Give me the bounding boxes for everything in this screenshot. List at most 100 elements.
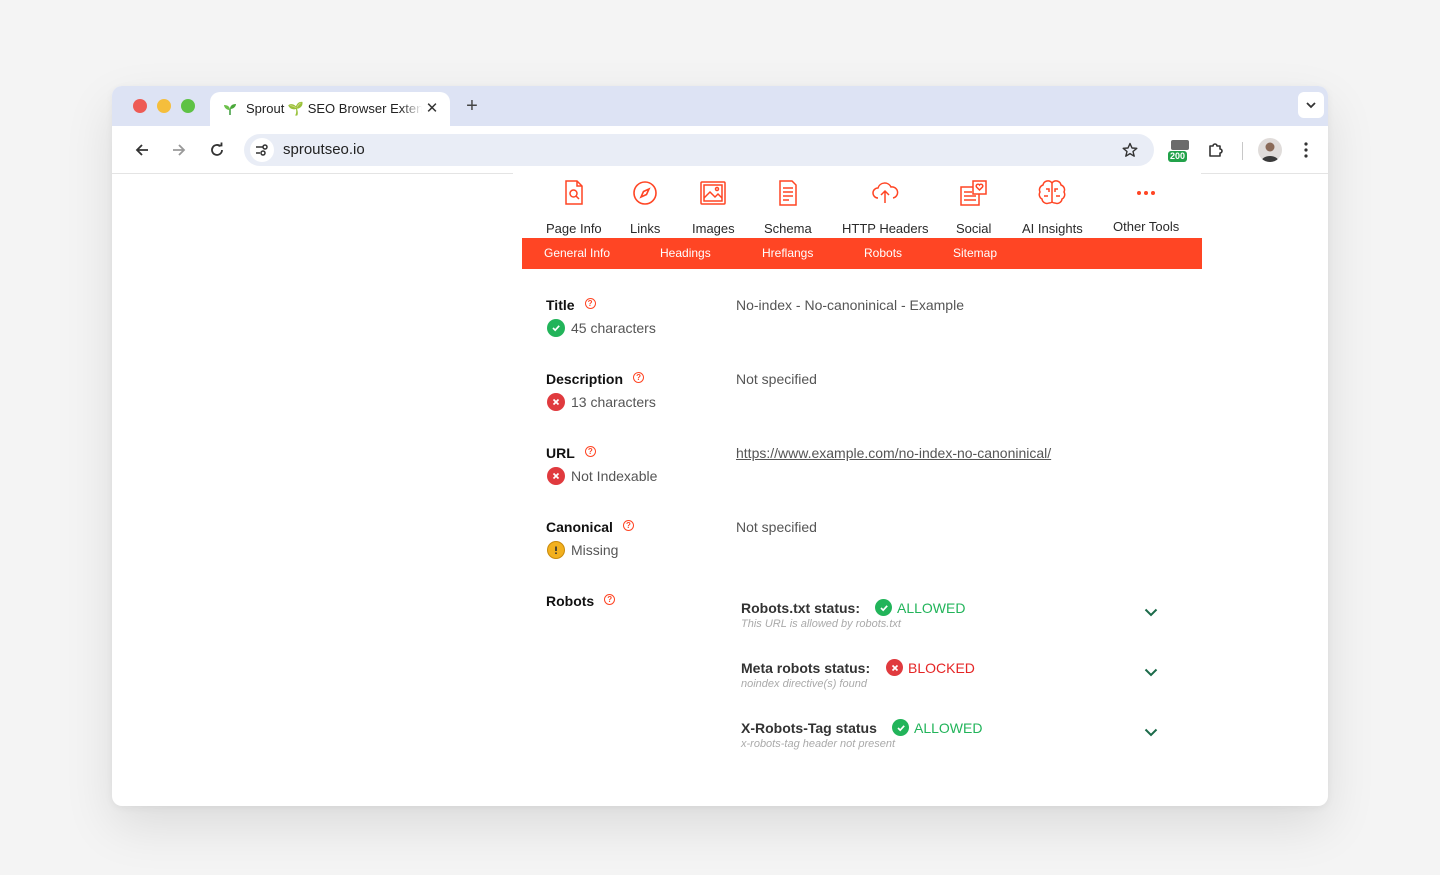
chevron-down-icon[interactable] <box>1143 664 1159 680</box>
nav-social[interactable]: Social <box>956 179 991 236</box>
robot-sub: noindex directive(s) found <box>741 678 867 690</box>
robots-txt-status-row[interactable]: Robots.txt status: ALLOWED This URL is a… <box>741 599 1181 646</box>
row-label: Robots? <box>546 593 616 609</box>
nav-images[interactable]: Images <box>692 179 735 236</box>
check-circle-icon <box>875 599 892 616</box>
nav-label: Links <box>630 221 661 236</box>
tab-title: Sprout 🌱 SEO Browser Extension <box>246 101 422 116</box>
help-icon[interactable]: ? <box>604 594 616 605</box>
subtab-sitemap[interactable]: Sitemap <box>953 246 997 260</box>
meta-robots-status-row[interactable]: Meta robots status: BLOCKED noindex dire… <box>741 659 1181 706</box>
more-dots-icon <box>1132 179 1160 207</box>
nav-label: Other Tools <box>1113 219 1180 234</box>
robot-label: X-Robots-Tag status <box>741 720 877 736</box>
nav-schema[interactable]: Schema <box>764 179 812 236</box>
nav-ai-insights[interactable]: AI Insights <box>1022 179 1083 236</box>
schema-doc-icon <box>774 179 802 207</box>
error-circle-icon <box>547 467 565 485</box>
row-label: Title? <box>546 297 596 313</box>
row-status: Not Indexable <box>547 467 657 485</box>
check-circle-icon <box>892 719 909 736</box>
row-value: No-index - No-canoninical - Example <box>736 297 964 313</box>
chevron-down-icon[interactable] <box>1143 724 1159 740</box>
brain-icon <box>1038 179 1066 207</box>
chevron-down-icon[interactable] <box>1143 604 1159 620</box>
warning-circle-icon <box>547 541 565 559</box>
row-label: URL? <box>546 445 596 461</box>
cloud-icon <box>871 179 899 207</box>
robot-label: Robots.txt status: <box>741 600 860 616</box>
error-circle-icon <box>547 393 565 411</box>
back-button[interactable] <box>130 138 154 162</box>
status-badge: 200 <box>1168 151 1188 162</box>
kebab-menu-icon <box>1304 142 1308 158</box>
subtab-hreflangs[interactable]: Hreflangs <box>762 246 813 260</box>
main-nav: Page Info Links Images Schema HTTP Heade… <box>513 169 1201 239</box>
reload-button[interactable] <box>205 138 229 162</box>
robot-sub: This URL is allowed by robots.txt <box>741 618 901 630</box>
help-icon[interactable]: ? <box>584 446 596 457</box>
compass-icon <box>631 179 659 207</box>
nav-other-tools[interactable]: Other Tools <box>1113 179 1179 234</box>
nav-label: Schema <box>764 221 812 236</box>
robot-sub: x-robots-tag header not present <box>741 738 896 750</box>
nav-label: AI Insights <box>1022 221 1083 236</box>
page-search-icon <box>560 179 588 207</box>
forward-button[interactable] <box>167 138 191 162</box>
close-window-button[interactable] <box>133 99 147 113</box>
nav-label: Social <box>956 221 992 236</box>
nav-label: Images <box>692 221 735 236</box>
nav-label: Page Info <box>546 221 602 236</box>
url-text: sproutseo.io <box>283 141 365 158</box>
maximize-window-button[interactable] <box>181 99 195 113</box>
robot-label: Meta robots status: <box>741 660 871 676</box>
check-circle-icon <box>547 319 565 337</box>
row-status: 45 characters <box>547 319 656 337</box>
help-icon[interactable]: ? <box>584 298 596 309</box>
row-label: Canonical? <box>546 519 634 535</box>
browser-tab-active[interactable]: Sprout 🌱 SEO Browser Extension ✕ <box>210 92 450 126</box>
row-status: 13 characters <box>547 393 656 411</box>
tab-search-button[interactable] <box>1298 92 1324 118</box>
arrow-right-icon <box>173 144 186 156</box>
robot-status: ALLOWED <box>875 599 965 616</box>
address-bar[interactable]: sproutseo.io <box>244 134 1154 166</box>
row-value: https://www.example.com/no-index-no-cano… <box>736 445 1051 461</box>
browser-toolbar: sproutseo.io 200 <box>112 126 1328 174</box>
reload-icon <box>211 142 223 156</box>
http-status-extension-icon[interactable]: 200 <box>1168 138 1192 162</box>
chevron-down-icon <box>1306 102 1316 109</box>
nav-http-headers[interactable]: HTTP Headers <box>842 179 928 236</box>
help-icon[interactable]: ? <box>622 520 634 531</box>
profile-avatar[interactable] <box>1258 138 1282 162</box>
sprout-seo-popup: Page Info Links Images Schema HTTP Heade… <box>513 169 1202 806</box>
page-url-link[interactable]: https://www.example.com/no-index-no-cano… <box>736 445 1051 461</box>
sprout-favicon-icon <box>222 101 238 117</box>
row-status: Missing <box>547 541 618 559</box>
subtab-robots[interactable]: Robots <box>864 246 902 260</box>
row-value: Not specified <box>736 371 817 387</box>
site-settings-icon[interactable] <box>250 138 274 162</box>
new-tab-button[interactable]: + <box>461 95 483 117</box>
images-icon <box>699 179 727 207</box>
social-icon <box>959 179 988 207</box>
sub-nav-bar: General Info Headings Hreflangs Robots S… <box>522 238 1202 269</box>
nav-page-info[interactable]: Page Info <box>546 179 602 236</box>
tab-close-icon[interactable]: ✕ <box>424 101 440 117</box>
tab-strip: Sprout 🌱 SEO Browser Extension ✕ + <box>112 86 1328 126</box>
robot-status: BLOCKED <box>886 659 975 676</box>
minimize-window-button[interactable] <box>157 99 171 113</box>
extensions-puzzle-icon[interactable] <box>1204 138 1228 162</box>
error-circle-icon <box>886 659 903 676</box>
toolbar-divider <box>1242 142 1243 160</box>
nav-links[interactable]: Links <box>630 179 660 236</box>
browser-menu-button[interactable] <box>1294 138 1318 162</box>
bookmark-star-icon[interactable] <box>1120 140 1140 160</box>
robot-status: ALLOWED <box>892 719 982 736</box>
arrow-left-icon <box>135 144 148 156</box>
row-value: Not specified <box>736 519 817 535</box>
x-robots-tag-status-row[interactable]: X-Robots-Tag status ALLOWED x-robots-tag… <box>741 719 1181 766</box>
subtab-headings[interactable]: Headings <box>660 246 711 260</box>
subtab-general-info[interactable]: General Info <box>544 246 610 260</box>
help-icon[interactable]: ? <box>633 372 645 383</box>
